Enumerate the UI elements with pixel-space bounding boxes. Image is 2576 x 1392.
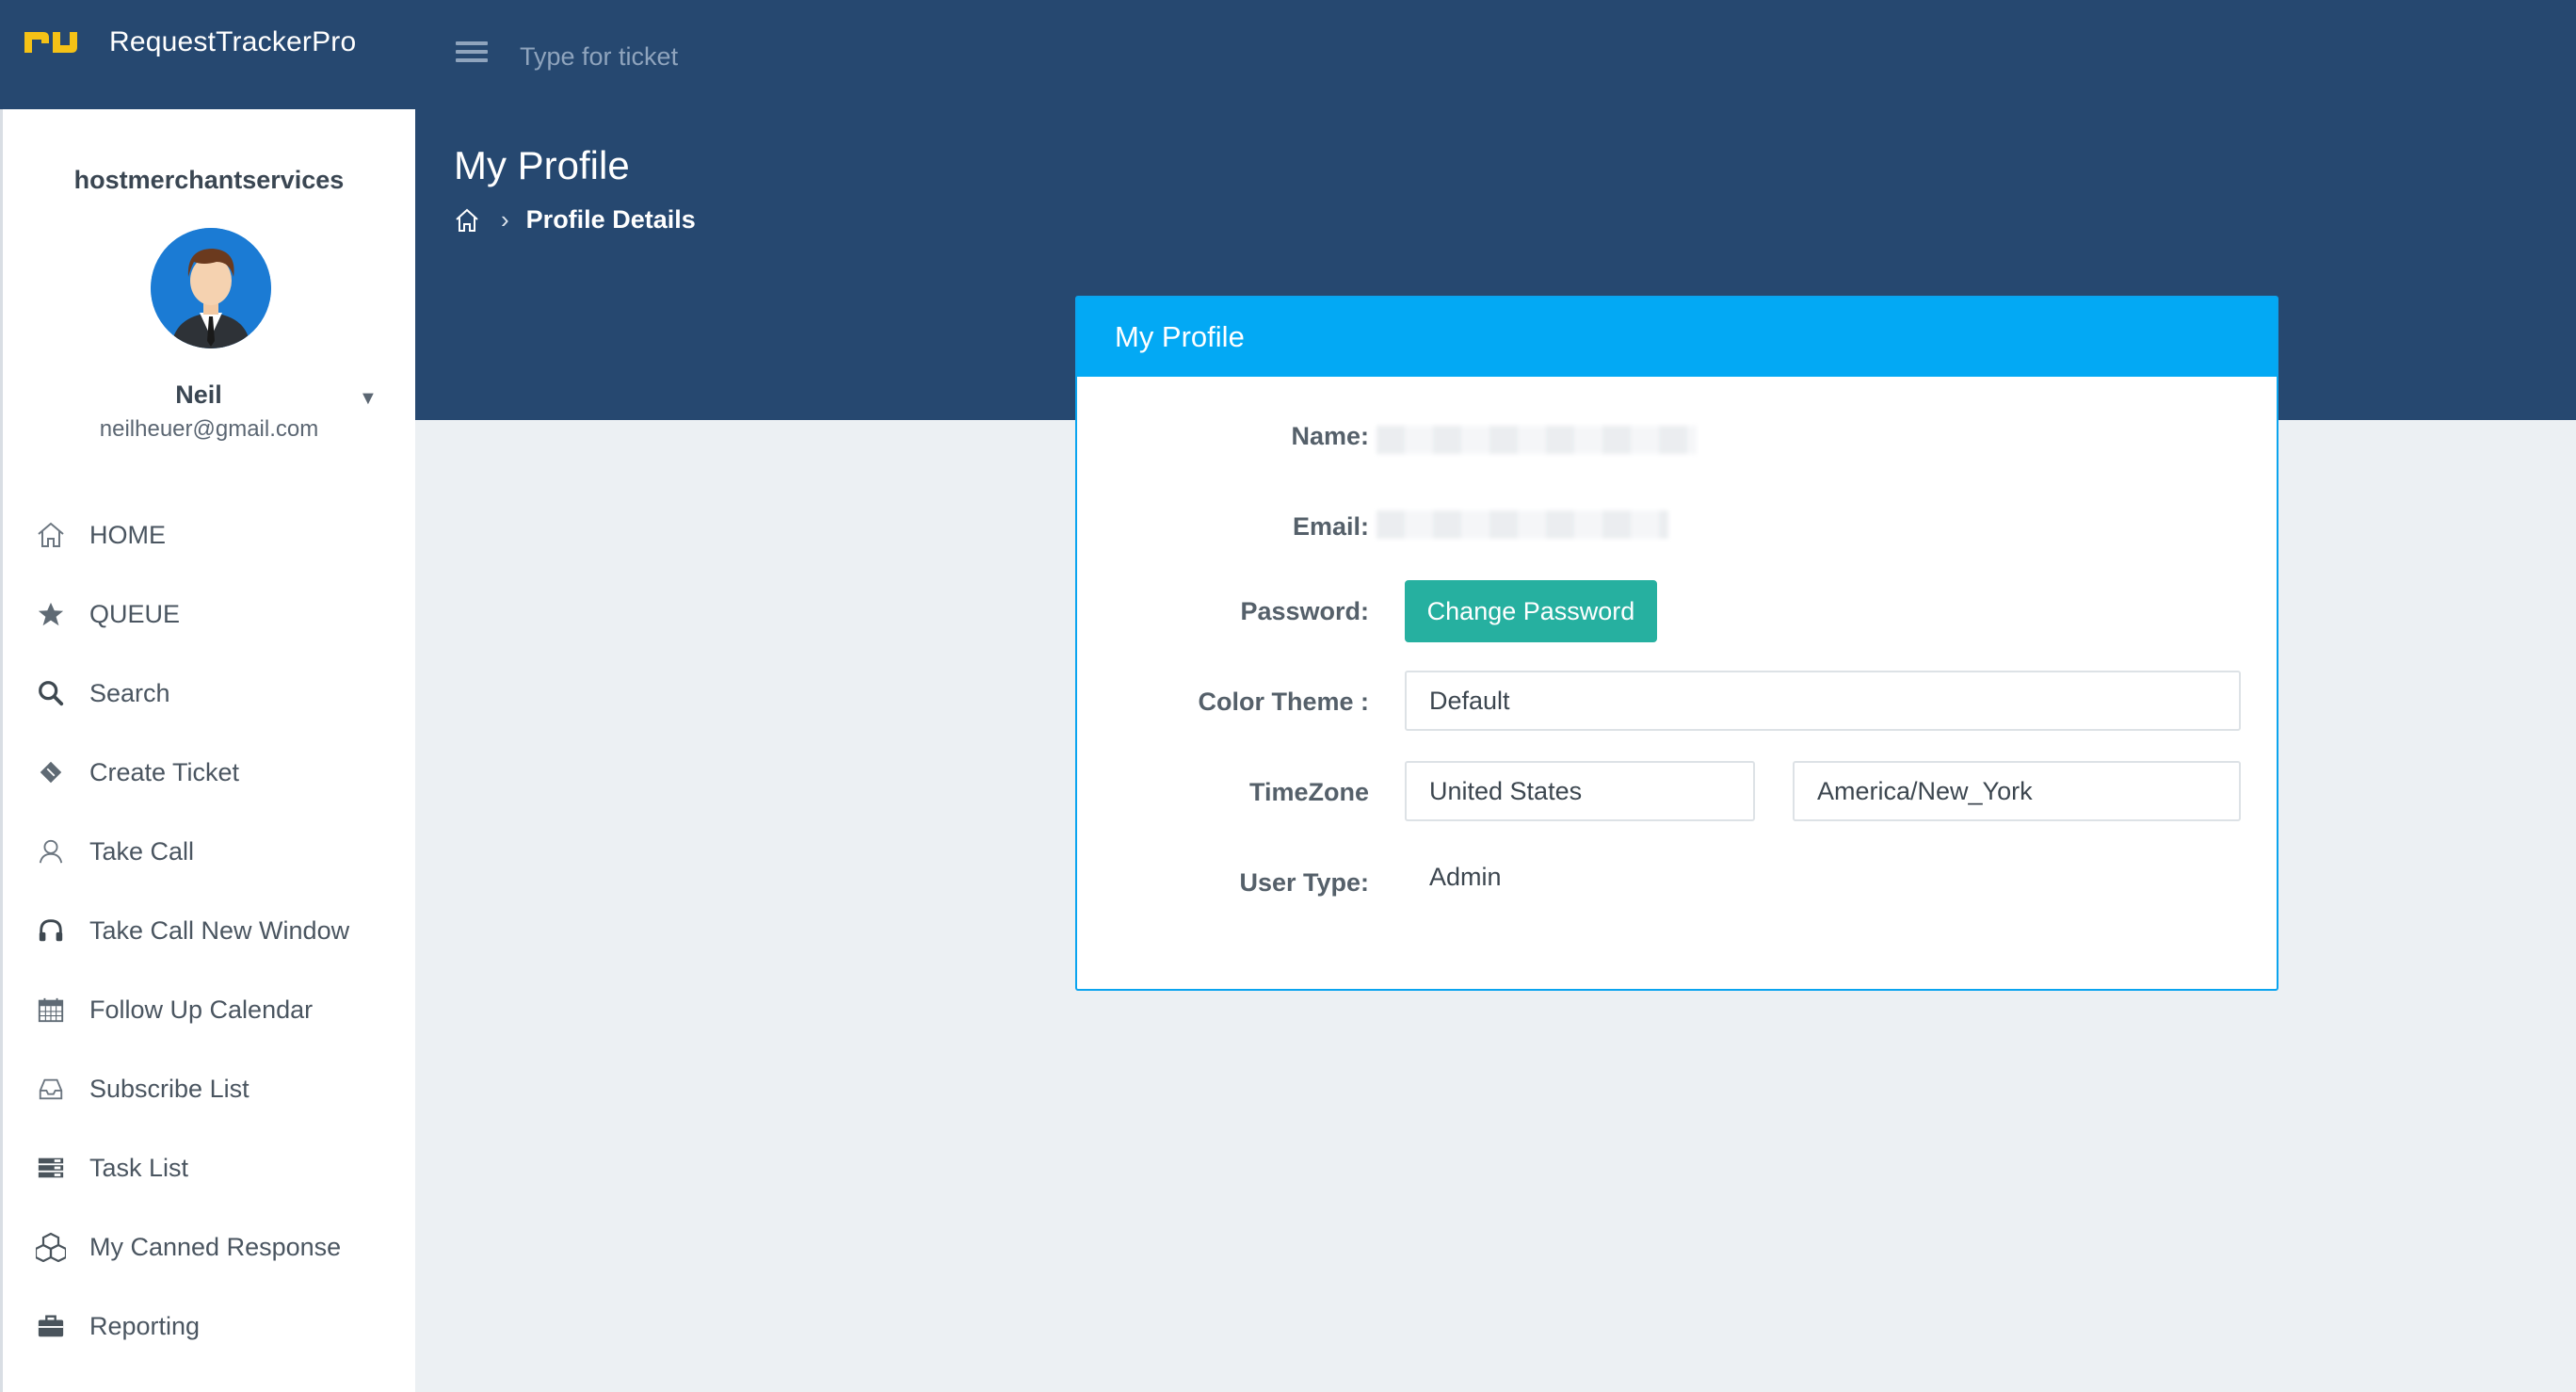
menu-toggle-icon[interactable]: [456, 41, 488, 70]
user-menu-caret-icon[interactable]: ▼: [359, 388, 378, 410]
ticket-search-input[interactable]: [518, 34, 1087, 79]
sidebar: hostmerchantservices Neil ▼ neilheuer@gm…: [0, 109, 415, 1392]
change-password-button[interactable]: Change Password: [1405, 580, 1657, 642]
ticket-icon: [35, 756, 67, 788]
avatar[interactable]: [151, 228, 271, 348]
calendar-icon: [35, 994, 67, 1026]
brand[interactable]: RequestTrackerPro: [0, 0, 415, 109]
color-theme-select[interactable]: Default: [1405, 671, 2241, 731]
sidebar-item-follow-up-calendar[interactable]: Follow Up Calendar: [3, 970, 415, 1049]
inbox-icon: [35, 1073, 67, 1105]
breadcrumb-separator-icon: ›: [501, 205, 509, 234]
timezone-country-select[interactable]: United States: [1405, 761, 1755, 821]
email-label: Email:: [1292, 512, 1369, 541]
breadcrumb-current: Profile Details: [525, 205, 696, 234]
profile-card: My Profile Name: Email: Password: Color …: [1075, 296, 2278, 991]
list-icon: [35, 1152, 67, 1184]
sidebar-item-home[interactable]: HOME: [3, 495, 415, 575]
user-name: Neil: [175, 380, 222, 409]
timezone-zone-select[interactable]: America/New_York: [1793, 761, 2241, 821]
breadcrumb: › Profile Details: [454, 205, 696, 235]
app-name: RequestTrackerPro: [109, 26, 357, 57]
user-type-value: Admin: [1429, 863, 1502, 891]
sidebar-item-search[interactable]: Search: [3, 654, 415, 733]
sidebar-item-take-call[interactable]: Take Call: [3, 812, 415, 891]
sidebar-item-take-call-new-window[interactable]: Take Call New Window: [3, 891, 415, 970]
email-value-redacted: [1377, 510, 1668, 539]
sidebar-item-subscribe-list[interactable]: Subscribe List: [3, 1049, 415, 1128]
sidebar-item-reporting[interactable]: Reporting: [3, 1287, 415, 1366]
sidebar-item-my-canned-response[interactable]: My Canned Response: [3, 1207, 415, 1287]
avatar-image-icon: [151, 228, 271, 348]
user-icon: [35, 835, 67, 867]
user-email: neilheuer@gmail.com: [99, 416, 319, 442]
sidebar-item-create-ticket[interactable]: Create Ticket: [3, 733, 415, 812]
home-icon: [35, 519, 67, 551]
cubes-icon: [35, 1231, 67, 1263]
color-theme-label: Color Theme :: [1198, 688, 1369, 716]
breadcrumb-home-icon[interactable]: [454, 207, 480, 234]
page-title: My Profile: [454, 143, 630, 187]
sidebar-nav: HOME QUEUE Search Create Ticket Take Cal…: [3, 495, 415, 1366]
app-logo-icon: [24, 32, 77, 53]
company-name: hostmerchantservices: [73, 166, 345, 194]
star-icon: [35, 598, 67, 630]
headphones-icon: [35, 915, 67, 947]
user-type-label: User Type:: [1239, 868, 1369, 897]
name-label: Name:: [1291, 422, 1369, 450]
top-header: RequestTrackerPro: [0, 0, 2576, 109]
search-icon: [35, 677, 67, 709]
briefcase-icon: [35, 1310, 67, 1342]
sidebar-item-queue[interactable]: QUEUE: [3, 575, 415, 654]
name-value-redacted: [1377, 426, 1697, 454]
password-label: Password:: [1240, 597, 1369, 625]
timezone-label: TimeZone: [1248, 778, 1369, 806]
sidebar-item-task-list[interactable]: Task List: [3, 1128, 415, 1207]
